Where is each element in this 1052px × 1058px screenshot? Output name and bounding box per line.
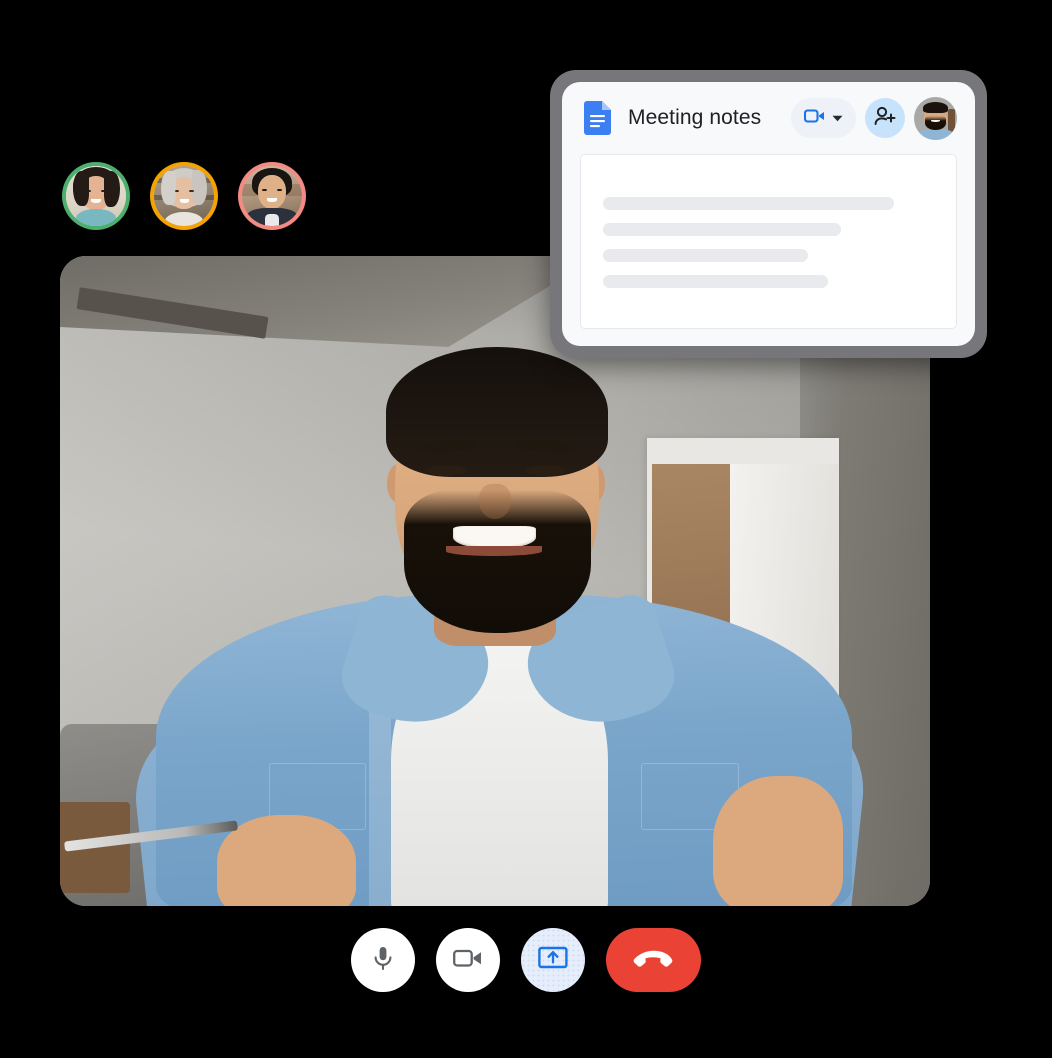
participant-avatar-1-image bbox=[66, 166, 126, 226]
meeting-stage: Meeting notes bbox=[0, 0, 1052, 1058]
microphone-icon bbox=[370, 944, 396, 977]
doc-placeholder-line bbox=[603, 223, 842, 236]
present-screen-icon bbox=[538, 946, 568, 975]
meeting-notes-actions bbox=[791, 96, 957, 140]
meeting-notes-header: Meeting notes bbox=[562, 82, 975, 154]
doc-placeholder-line bbox=[603, 197, 895, 210]
participant-avatar-1[interactable] bbox=[62, 162, 130, 230]
chevron-down-icon bbox=[832, 109, 843, 127]
camera-button[interactable] bbox=[436, 928, 500, 992]
participant-avatar-2-image bbox=[154, 166, 214, 226]
participant-avatar-strip bbox=[62, 162, 306, 230]
end-call-button[interactable] bbox=[606, 928, 701, 992]
doc-placeholder-line bbox=[603, 275, 829, 288]
meeting-control-bar bbox=[0, 928, 1052, 992]
current-user-avatar[interactable] bbox=[914, 96, 957, 140]
participant-avatar-3[interactable] bbox=[238, 162, 306, 230]
call-end-icon bbox=[633, 948, 675, 973]
add-people-button[interactable] bbox=[865, 98, 905, 138]
doc-placeholder-line bbox=[603, 249, 809, 262]
video-camera-icon bbox=[453, 947, 483, 974]
present-to-meeting-button[interactable] bbox=[791, 98, 856, 138]
meeting-notes-title: Meeting notes bbox=[628, 106, 762, 129]
face-illustration bbox=[242, 166, 302, 226]
video-camera-icon bbox=[803, 108, 826, 129]
meeting-notes-body[interactable] bbox=[580, 154, 957, 329]
person-add-icon bbox=[874, 106, 896, 131]
face-illustration bbox=[154, 166, 214, 226]
meeting-notes-window-frame: Meeting notes bbox=[550, 70, 987, 358]
microphone-button[interactable] bbox=[351, 928, 415, 992]
google-docs-icon bbox=[584, 101, 611, 135]
participant-avatar-3-image bbox=[242, 166, 302, 226]
face-illustration bbox=[66, 166, 126, 226]
present-button[interactable] bbox=[521, 928, 585, 992]
meeting-notes-card[interactable]: Meeting notes bbox=[562, 82, 975, 346]
participant-avatar-2[interactable] bbox=[150, 162, 218, 230]
